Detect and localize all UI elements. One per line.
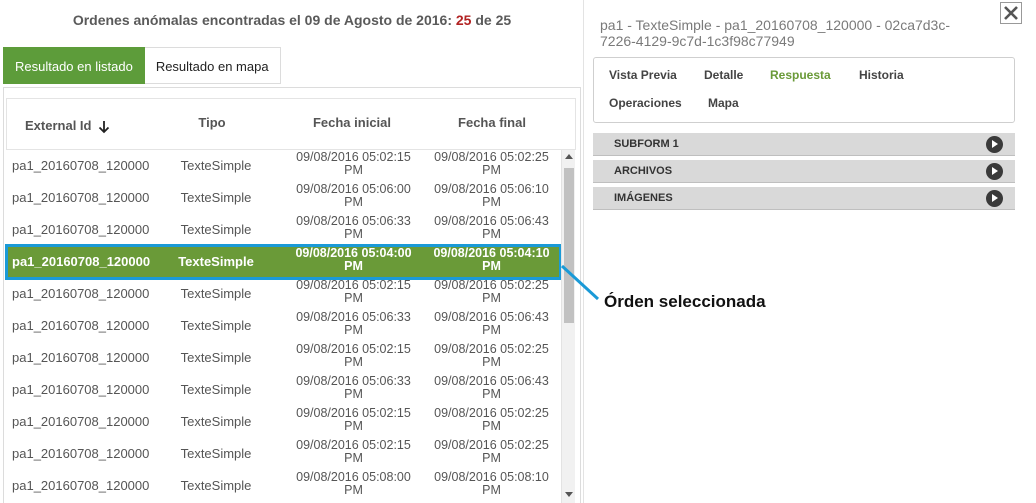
section-subform-1[interactable]: SUBFORM 1: [593, 133, 1015, 156]
play-icon[interactable]: [986, 190, 1003, 207]
start-date-cell: 09/08/2016 05:02:15 PM: [296, 438, 411, 465]
tab-respuesta[interactable]: Respuesta: [770, 68, 831, 82]
scroll-down-arrow-icon[interactable]: [565, 492, 573, 497]
tab-vista-previa[interactable]: Vista Previa: [609, 68, 677, 82]
tab-detalle[interactable]: Detalle: [704, 68, 743, 82]
section-archivos[interactable]: ARCHIVOS: [593, 160, 1015, 183]
tipo-cell: TexteSimple: [180, 414, 252, 429]
tipo-cell: TexteSimple: [180, 382, 252, 397]
section-label: SUBFORM 1: [614, 138, 679, 150]
play-icon[interactable]: [986, 136, 1003, 153]
external-id-cell: pa1_20160708_120000: [12, 414, 150, 429]
close-button[interactable]: [1000, 2, 1022, 24]
tipo-cell: TexteSimple: [180, 446, 252, 461]
tab-mapa[interactable]: Mapa: [708, 96, 739, 110]
close-icon: [1004, 6, 1018, 20]
end-date-cell: 09/08/2016 05:06:43 PM: [434, 374, 549, 401]
detail-title-line2: 7226-4129-9c7d-1c3f98c77949: [600, 33, 795, 49]
table-row[interactable]: pa1_20160708_120000 TexteSimple 09/08/20…: [6, 374, 561, 406]
external-id-cell: pa1_20160708_120000: [12, 446, 150, 461]
tipo-cell: TexteSimple: [180, 350, 252, 365]
end-date-cell: 09/08/2016 05:02:25 PM: [434, 438, 549, 465]
callout-label: Órden seleccionada: [604, 292, 766, 311]
section-imagenes[interactable]: IMÁGENES: [593, 187, 1015, 210]
callout-connector: [560, 264, 600, 301]
tab-historia[interactable]: Historia: [859, 68, 904, 82]
table-row[interactable]: pa1_20160708_120000 TexteSimple 09/08/20…: [6, 470, 561, 502]
detail-title: pa1 - TexteSimple - pa1_20160708_120000 …: [600, 17, 980, 49]
start-date-cell: 09/08/2016 05:02:15 PM: [296, 406, 411, 433]
end-date-cell: 09/08/2016 05:02:25 PM: [434, 342, 549, 369]
section-label: IMÁGENES: [614, 192, 673, 204]
detail-title-line1: pa1 - TexteSimple - pa1_20160708_120000 …: [600, 17, 950, 33]
start-date-cell: 09/08/2016 05:06:33 PM: [296, 374, 411, 401]
end-date-cell: 09/08/2016 05:02:25 PM: [434, 406, 549, 433]
start-date-cell: 09/08/2016 05:08:00 PM: [296, 470, 411, 497]
table-row[interactable]: pa1_20160708_120000 TexteSimple 09/08/20…: [6, 342, 561, 374]
play-icon[interactable]: [986, 163, 1003, 180]
external-id-cell: pa1_20160708_120000: [12, 382, 150, 397]
section-label: ARCHIVOS: [614, 165, 673, 177]
table-row[interactable]: pa1_20160708_120000 TexteSimple 09/08/20…: [6, 438, 561, 470]
tipo-cell: TexteSimple: [180, 478, 252, 493]
start-date-cell: 09/08/2016 05:02:15 PM: [296, 342, 411, 369]
tab-operaciones[interactable]: Operaciones: [609, 96, 682, 110]
external-id-cell: pa1_20160708_120000: [12, 350, 150, 365]
external-id-cell: pa1_20160708_120000: [12, 478, 150, 493]
end-date-cell: 09/08/2016 05:08:10 PM: [434, 470, 549, 497]
table-row[interactable]: pa1_20160708_120000 TexteSimple 09/08/20…: [6, 406, 561, 438]
detail-tabs: Vista Previa Detalle Respuesta Historia …: [593, 57, 1015, 123]
